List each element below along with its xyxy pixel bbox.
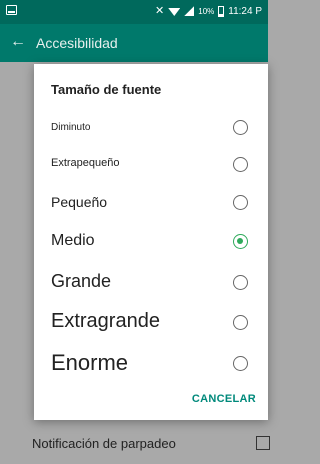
page-title: Accesibilidad [36,35,118,51]
option-label: Medio [51,232,95,249]
setting-row-flash-notification[interactable]: Notificación de parpadeo [0,424,270,464]
option-label: Enorme [51,350,129,375]
radio-button[interactable] [233,356,248,371]
radio-button[interactable] [233,275,248,290]
status-bar: ✕ 10% 11:24 P [0,0,268,24]
font-option-grande[interactable]: Grande [34,264,268,298]
wifi-icon [168,8,181,16]
setting-label: Notificación de parpadeo [32,436,176,451]
setting-checkbox[interactable] [256,436,270,450]
radio-button[interactable] [233,195,248,210]
arrow-back-icon[interactable]: ← [10,33,26,51]
font-option-medio[interactable]: Medio [34,226,268,258]
font-option-extragrande[interactable]: Extragrande [34,304,268,340]
font-size-dialog: Tamaño de fuente Diminuto Extrapequeño P… [34,64,268,420]
battery-percent: 10% [198,6,215,16]
app-bar: ← Accesibilidad [0,24,268,62]
option-label: Extragrande [51,310,160,332]
option-label: Grande [51,271,112,291]
option-label: Pequeño [51,194,108,210]
option-label: Diminuto [51,122,91,133]
font-option-diminuto[interactable]: Diminuto [34,114,268,142]
radio-button[interactable] [233,157,248,172]
font-option-extrapequeno[interactable]: Extrapequeño [34,150,268,178]
signal-icon [184,6,195,16]
cancel-button[interactable]: CANCELAR [192,393,256,405]
radio-button[interactable] [233,315,248,330]
battery-icon [218,5,225,17]
status-time: 11:24 P [228,5,262,17]
status-icons: ✕ 10% 11:24 P [155,5,262,17]
radio-button[interactable] [233,120,248,135]
font-option-pequeno[interactable]: Pequeño [34,188,268,218]
font-option-enorme[interactable]: Enorme [34,344,268,382]
dialog-title: Tamaño de fuente [51,82,162,97]
mute-icon: ✕ [155,5,165,17]
option-label: Extrapequeño [51,157,120,169]
notification-icon [6,5,17,15]
radio-button-selected[interactable] [233,234,248,249]
